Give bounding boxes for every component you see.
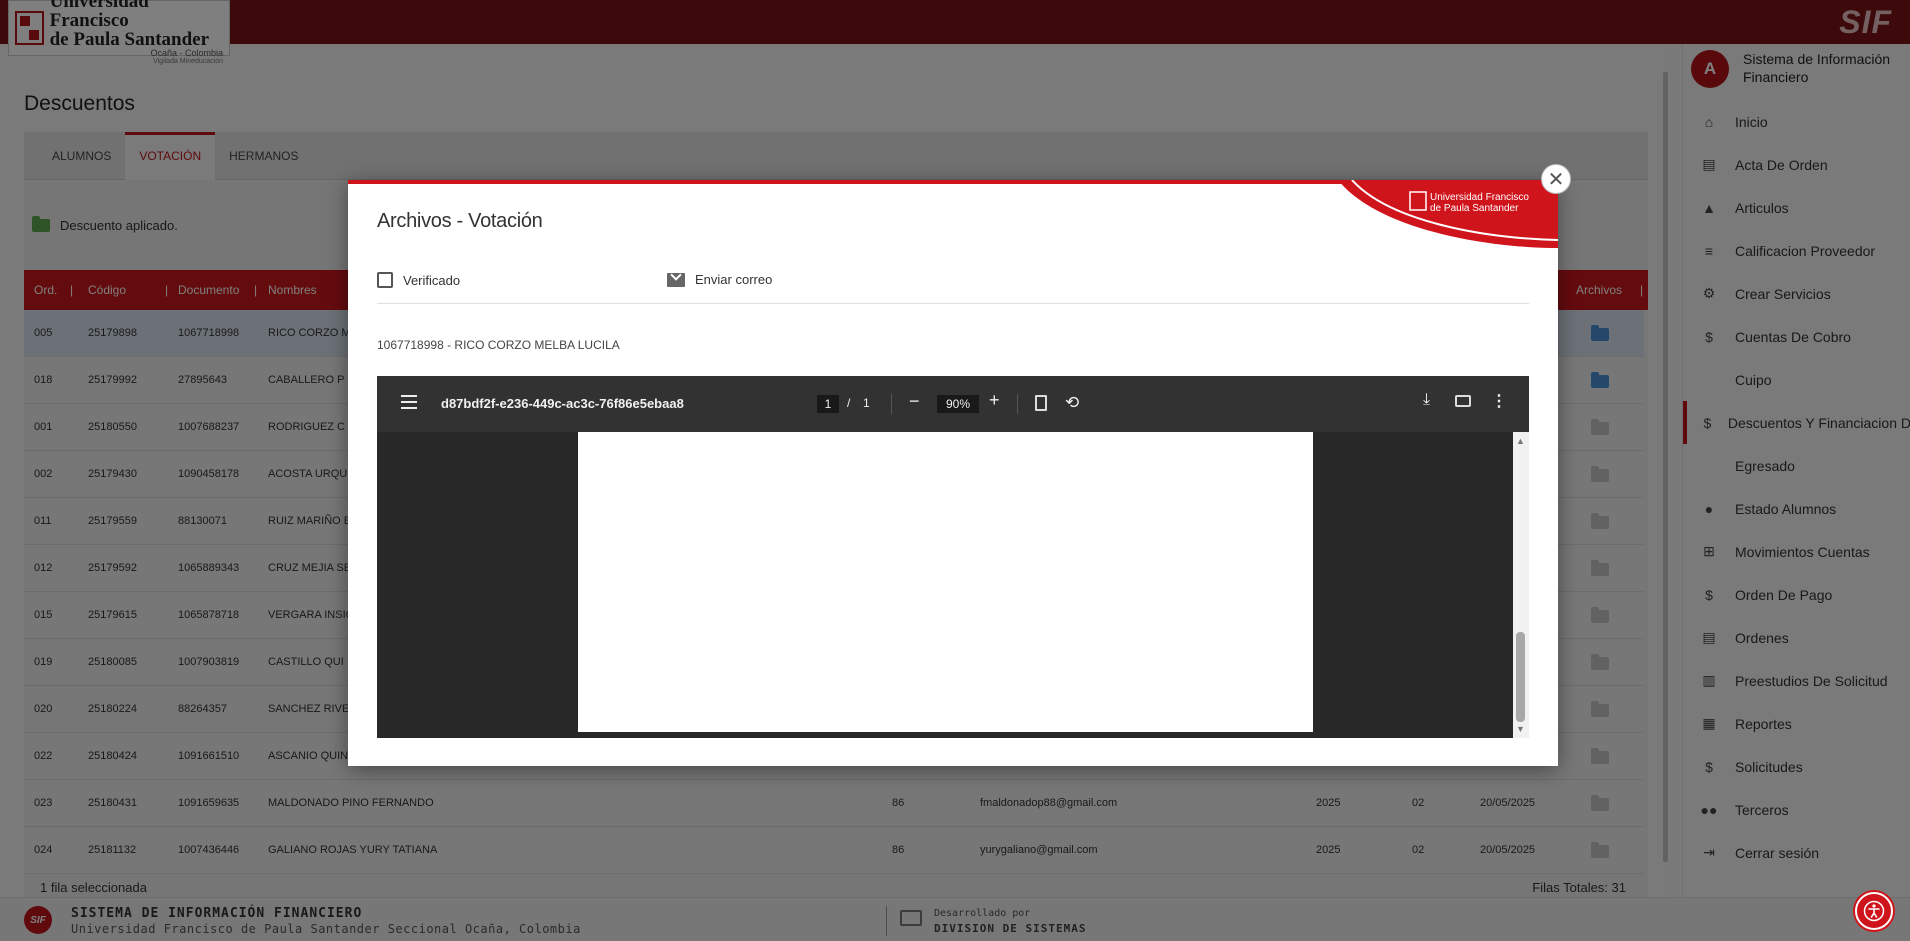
more-options-icon[interactable]: ⋮ (1491, 391, 1507, 411)
page-total: 1 (863, 396, 870, 410)
toolbar-divider (891, 394, 892, 414)
pdf-scrollbar[interactable]: ▲ ▼ (1513, 432, 1529, 738)
modal-corner-logo-line2: de Paula Santander (1430, 203, 1519, 214)
toolbar-divider (1017, 394, 1018, 414)
download-icon[interactable]: ⤓ (1423, 391, 1430, 409)
scroll-down-icon[interactable]: ▼ (1516, 724, 1525, 734)
rotate-icon[interactable]: ⟲ (1065, 393, 1079, 413)
files-modal: Universidad Francisco de Paula Santander… (348, 180, 1558, 766)
pdf-toolbar: d87bdf2f-e236-449c-ac3c-76f86e5ebaa8 1 /… (377, 376, 1529, 432)
pdf-viewer: d87bdf2f-e236-449c-ac3c-76f86e5ebaa8 1 /… (377, 376, 1529, 738)
pdf-scroll-thumb[interactable] (1516, 632, 1525, 722)
zoom-out-icon[interactable]: − (909, 391, 920, 412)
zoom-in-icon[interactable]: + (989, 390, 1000, 411)
record-label: 1067718998 - RICO CORZO MELBA LUCILA (377, 338, 620, 352)
checkbox-box-icon[interactable] (377, 272, 393, 288)
verified-checkbox[interactable]: Verificado (377, 272, 460, 288)
modal-corner-logo: Universidad Francisco de Paula Santander (1338, 180, 1558, 248)
menu-icon[interactable] (401, 395, 417, 409)
zoom-input[interactable]: 90% (937, 395, 979, 413)
send-email-label: Enviar correo (695, 272, 773, 287)
modal-controls: Verificado Enviar correo (377, 272, 1529, 304)
verified-label: Verificado (403, 272, 461, 288)
close-icon[interactable]: ✕ (1541, 164, 1571, 194)
print-icon[interactable] (1455, 395, 1471, 407)
send-email-button[interactable]: Enviar correo (667, 272, 772, 287)
pdf-filename: d87bdf2f-e236-449c-ac3c-76f86e5ebaa8 (441, 396, 684, 411)
page-separator: / (847, 396, 851, 410)
accessibility-icon (1863, 900, 1885, 922)
page-number-input[interactable]: 1 (817, 395, 839, 413)
scroll-up-icon[interactable]: ▲ (1516, 436, 1525, 446)
pdf-page (578, 432, 1313, 732)
accessibility-button[interactable] (1855, 892, 1893, 930)
modal-corner-logo-line1: Universidad Francisco (1430, 192, 1529, 203)
fit-page-icon[interactable] (1035, 395, 1047, 411)
mail-icon (667, 272, 685, 287)
modal-title: Archivos - Votación (377, 210, 543, 232)
